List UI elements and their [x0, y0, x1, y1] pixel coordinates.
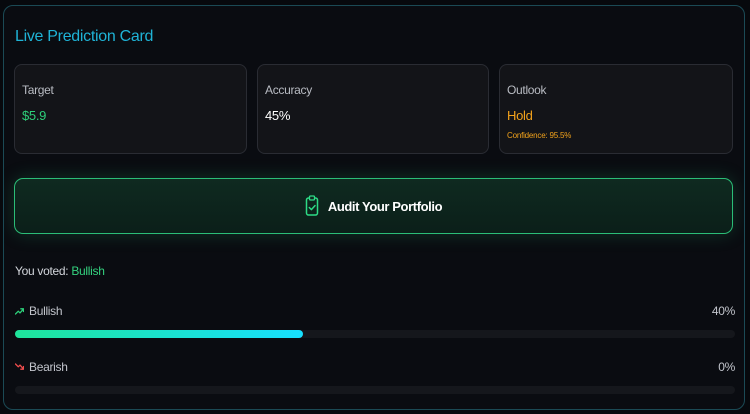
prediction-card: Live Prediction Card Target $5.9 Accurac… [3, 5, 745, 410]
bullish-label: Bullish [29, 304, 63, 318]
bearish-label: Bearish [29, 360, 68, 374]
vote-status: You voted: Bullish [15, 264, 105, 278]
option-bearish: Bearish 0% [15, 359, 735, 375]
trending-up-icon [15, 307, 24, 315]
accuracy-stat: Accuracy 45% [257, 64, 489, 154]
bullish-percent: 40% [711, 304, 735, 318]
audit-portfolio-label: Audit Your Portfolio [327, 198, 443, 214]
vote-choice: Bullish [71, 264, 105, 278]
card-title: Live Prediction Card [15, 28, 154, 45]
outlook-stat: Outlook Hold Confidence: 95.5% [499, 64, 733, 154]
accuracy-value: 45% [265, 108, 291, 123]
target-label: Target [22, 83, 54, 97]
trending-down-icon [15, 363, 24, 371]
bearish-percent: 0% [718, 360, 735, 374]
outlook-label: Outlook [507, 83, 547, 97]
bearish-progress-bar [15, 386, 735, 394]
clipboard-check-icon [305, 195, 319, 217]
outlook-value: Hold [507, 108, 533, 123]
audit-portfolio-button[interactable]: Audit Your Portfolio [14, 178, 733, 234]
bullish-progress-bar [15, 330, 735, 338]
confidence-text: Confidence: 95.5% [507, 131, 572, 140]
accuracy-label: Accuracy [265, 83, 312, 97]
target-value: $5.9 [22, 108, 47, 123]
vote-prefix: You voted: [15, 264, 69, 278]
bullish-progress-fill [15, 330, 303, 338]
target-stat: Target $5.9 [14, 64, 247, 154]
option-bullish: Bullish 40% [15, 303, 735, 319]
